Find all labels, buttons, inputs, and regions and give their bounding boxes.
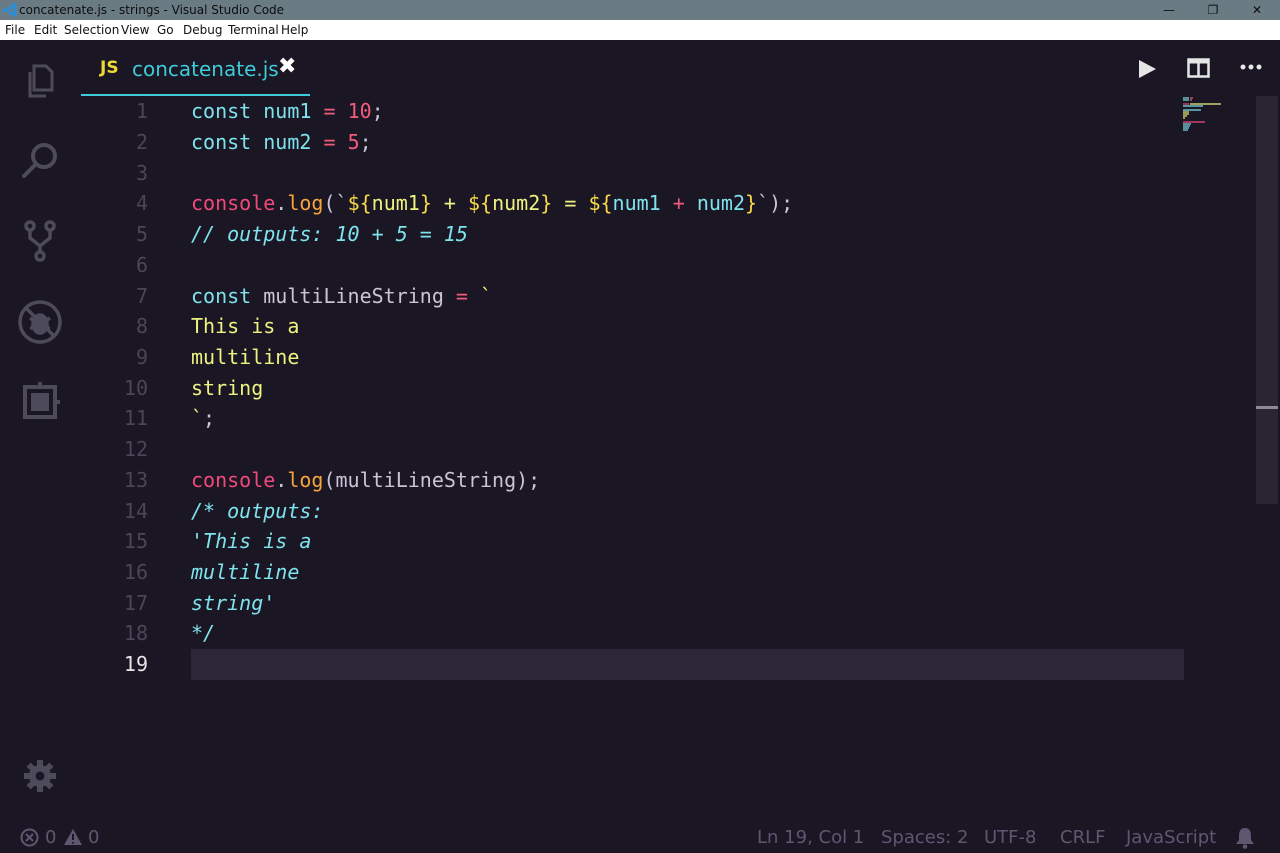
line-content: string: [191, 376, 264, 400]
vscode-logo-icon: [3, 3, 17, 17]
line-number: 9: [135, 345, 148, 369]
line-content: const num1 = 10;: [191, 99, 384, 123]
code-line[interactable]: 9 multiline: [0, 342, 1190, 373]
code-line[interactable]: 4 console.log(`${num1} + ${num2} = ${num…: [0, 188, 1190, 219]
menu-edit[interactable]: Edit: [34, 23, 57, 37]
code-line[interactable]: 2 const num2 = 5;: [0, 127, 1190, 158]
more-actions-icon[interactable]: [1240, 64, 1262, 70]
line-comment: /* outputs:: [191, 499, 324, 523]
menu-help[interactable]: Help: [281, 23, 308, 37]
line-content: const multiLineString = `: [191, 284, 493, 308]
cursor-position[interactable]: Ln 19, Col 1: [757, 827, 864, 849]
js-file-icon: JS: [100, 58, 119, 78]
line-number: 14: [123, 499, 148, 523]
line-number: 4: [135, 191, 148, 215]
window-title: concatenate.js - strings - Visual Studio…: [19, 3, 285, 17]
minimap[interactable]: [1183, 96, 1243, 136]
menu-view[interactable]: View: [121, 23, 149, 37]
line-comment: string': [191, 591, 276, 615]
code-line[interactable]: 7 const multiLineString = `: [0, 281, 1190, 312]
line-comment: // outputs: 10 + 5 = 15: [191, 222, 468, 246]
code-line[interactable]: 10 string: [0, 373, 1190, 404]
line-number: 2: [135, 130, 148, 154]
line-content: console.log(multiLineString);: [191, 468, 541, 492]
line-number: 11: [123, 406, 148, 430]
error-icon[interactable]: [20, 828, 39, 847]
notifications-bell-icon[interactable]: [1234, 826, 1256, 849]
menu-bar: File Edit Selection View Go Debug Termin…: [0, 20, 1280, 40]
line-content: console.log(`${num1} + ${num2} = ${num1 …: [191, 191, 794, 215]
line-number: 17: [123, 591, 148, 615]
language-mode[interactable]: JavaScript: [1126, 827, 1216, 849]
split-editor-icon[interactable]: [1187, 58, 1210, 78]
line-number: 6: [135, 253, 148, 277]
encoding[interactable]: UTF-8: [984, 827, 1036, 849]
code-line[interactable]: 18 */: [0, 618, 1190, 649]
line-content: multiline: [191, 345, 300, 369]
line-comment: */: [191, 621, 216, 645]
code-line[interactable]: 3: [0, 158, 1190, 189]
code-line[interactable]: 1 const num1 = 10;: [0, 96, 1190, 127]
close-window-button[interactable]: ✕: [1234, 0, 1280, 20]
menu-selection[interactable]: Selection: [64, 23, 119, 37]
code-line[interactable]: 11 `;: [0, 403, 1190, 434]
restore-button[interactable]: ❐: [1190, 0, 1236, 20]
minimize-button[interactable]: —: [1146, 0, 1192, 20]
menu-go[interactable]: Go: [157, 23, 174, 37]
line-number: 19: [123, 652, 148, 676]
code-line[interactable]: 14 /* outputs:: [0, 496, 1190, 527]
line-number: 15: [123, 529, 148, 553]
code-line[interactable]: 6: [0, 250, 1190, 281]
line-content: `;: [191, 406, 216, 430]
code-line-current[interactable]: 19: [0, 649, 1190, 680]
code-line[interactable]: 12: [0, 434, 1190, 465]
line-content: const num2 = 5;: [191, 130, 372, 154]
line-content: This is a: [191, 314, 300, 338]
code-line[interactable]: 5 // outputs: 10 + 5 = 15: [0, 219, 1190, 250]
line-number: 7: [135, 284, 148, 308]
menu-debug[interactable]: Debug: [183, 23, 222, 37]
error-count[interactable]: 0: [45, 827, 56, 849]
code-line[interactable]: 17 string': [0, 588, 1190, 619]
vertical-scrollbar[interactable]: [1256, 96, 1278, 504]
indentation[interactable]: Spaces: 2: [881, 827, 968, 849]
line-number: 10: [123, 376, 148, 400]
scrollbar-thumb[interactable]: [1256, 406, 1278, 409]
line-number: 16: [123, 560, 148, 584]
code-line[interactable]: 16 multiline: [0, 557, 1190, 588]
menu-file[interactable]: File: [5, 23, 25, 37]
tab-filename: concatenate.js: [132, 57, 279, 81]
line-number: 8: [135, 314, 148, 338]
line-number: 1: [135, 99, 148, 123]
line-comment: 'This is a: [191, 529, 312, 553]
menu-terminal[interactable]: Terminal: [228, 23, 279, 37]
code-line[interactable]: 13 console.log(multiLineString);: [0, 465, 1190, 496]
line-number: 13: [123, 468, 148, 492]
tab-concatenate-js[interactable]: JS concatenate.js ✖: [81, 40, 310, 96]
warning-icon[interactable]: [63, 828, 83, 846]
warning-count[interactable]: 0: [88, 827, 99, 849]
line-ending[interactable]: CRLF: [1060, 827, 1105, 849]
code-line[interactable]: 15 'This is a: [0, 526, 1190, 557]
gear-icon[interactable]: [16, 752, 64, 800]
run-icon[interactable]: [1136, 58, 1158, 80]
line-number: 12: [123, 437, 148, 461]
close-tab-icon[interactable]: ✖: [278, 54, 296, 79]
code-line[interactable]: 8 This is a: [0, 311, 1190, 342]
line-comment: multiline: [191, 560, 300, 584]
line-number: 3: [135, 161, 148, 185]
line-number: 18: [123, 621, 148, 645]
title-bar: concatenate.js - strings - Visual Studio…: [0, 0, 1280, 20]
status-bar: 0 0 Ln 19, Col 1 Spaces: 2 UTF-8 CRLF Ja…: [0, 821, 1280, 853]
line-number: 5: [135, 222, 148, 246]
